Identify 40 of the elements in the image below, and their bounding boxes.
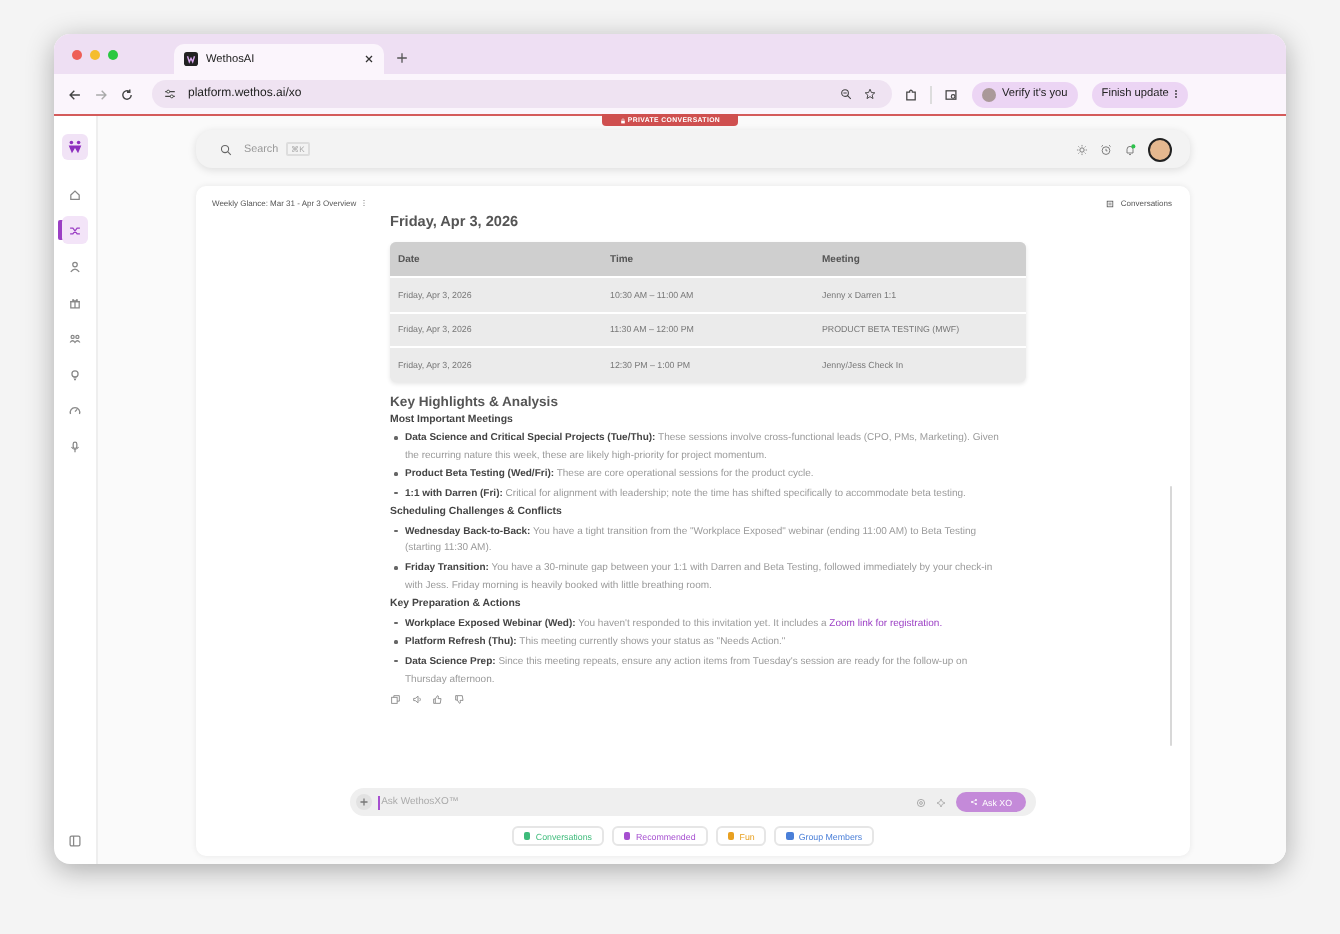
- panel-toggle-icon[interactable]: [68, 834, 82, 848]
- people-icon: [68, 331, 82, 345]
- logo-icon: [184, 52, 198, 66]
- reading-list-icon[interactable]: [944, 87, 958, 101]
- site-settings-icon[interactable]: [164, 88, 176, 100]
- sun-icon[interactable]: [1076, 143, 1088, 155]
- sidebar-item[interactable]: [62, 216, 88, 244]
- list-icon: [1106, 199, 1115, 207]
- home-icon: [68, 187, 82, 201]
- app-logo[interactable]: [62, 134, 88, 160]
- logo-icon: [66, 138, 84, 156]
- avatar-icon: [982, 87, 996, 101]
- close-tab-icon[interactable]: [364, 54, 374, 64]
- zoom-icon[interactable]: [840, 88, 852, 100]
- reload-icon[interactable]: [120, 87, 134, 101]
- star-icon[interactable]: [864, 88, 876, 100]
- copy-icon[interactable]: [390, 694, 401, 706]
- bulb-icon: [68, 367, 82, 381]
- gauge-icon: [68, 403, 82, 417]
- close-window-button[interactable]: [72, 49, 82, 59]
- shuffle-icon: [68, 223, 82, 237]
- mic-icon: [68, 439, 82, 453]
- bell-icon[interactable]: [1124, 143, 1136, 155]
- thumbs-down-icon[interactable]: [453, 694, 464, 706]
- puzzle-icon[interactable]: [904, 87, 918, 101]
- search-icon: [220, 143, 232, 155]
- thumbs-up-icon[interactable]: [432, 694, 443, 706]
- at-sign-icon[interactable]: [916, 797, 927, 807]
- sparkle-icon[interactable]: [936, 797, 947, 807]
- speaker-icon[interactable]: [411, 694, 422, 706]
- back-icon[interactable]: [68, 87, 82, 101]
- alarm-clock-icon[interactable]: [1100, 143, 1112, 155]
- user-avatar[interactable]: [1148, 137, 1172, 161]
- add-icon[interactable]: [356, 794, 372, 810]
- person-icon: [68, 259, 82, 273]
- gift-icon: [68, 295, 82, 309]
- forward-icon[interactable]: [94, 87, 108, 101]
- maximize-window-button[interactable]: [108, 49, 118, 59]
- new-tab-icon[interactable]: [396, 52, 408, 64]
- share-icon: [970, 798, 979, 806]
